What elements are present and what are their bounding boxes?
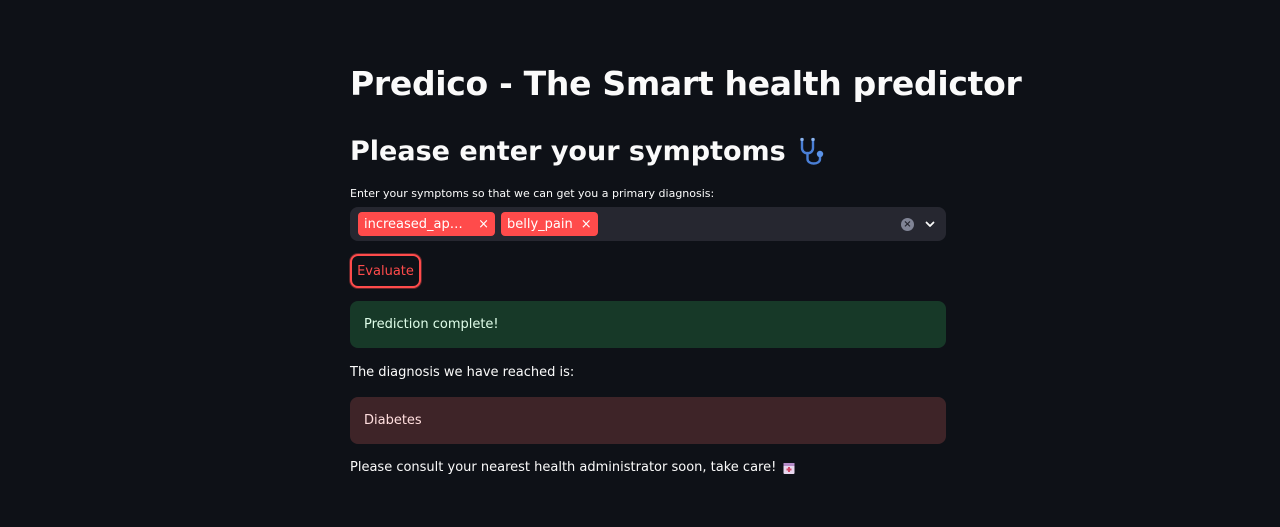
evaluate-button[interactable]: Evaluate	[350, 254, 421, 288]
main-content: Predico - The Smart health predictor Ple…	[350, 0, 1022, 527]
remove-tag-icon[interactable]: ×	[478, 217, 489, 232]
app-title: Predico - The Smart health predictor	[350, 64, 1022, 103]
diagnosis-value: Diabetes	[364, 413, 422, 428]
symptoms-multiselect[interactable]: increased_appet... × belly_pain × ×	[350, 207, 946, 241]
symptoms-field-label: Enter your symptoms so that we can get y…	[350, 187, 715, 200]
footer-note: Please consult your nearest health admin…	[350, 460, 796, 475]
multiselect-actions: ×	[901, 207, 936, 241]
symptom-tag: increased_appet... ×	[358, 212, 495, 236]
diagnosis-alert: Diabetes	[350, 397, 946, 444]
chevron-down-icon[interactable]	[924, 218, 936, 230]
footer-note-text: Please consult your nearest health admin…	[350, 460, 777, 475]
success-alert: Prediction complete!	[350, 301, 946, 348]
symptom-tag-label: belly_pain	[507, 216, 573, 232]
diagnosis-label: The diagnosis we have reached is:	[350, 365, 575, 380]
clear-all-icon[interactable]: ×	[901, 217, 914, 231]
success-message: Prediction complete!	[364, 317, 499, 332]
symptom-tag: belly_pain ×	[501, 212, 598, 236]
hospital-icon	[783, 462, 795, 474]
remove-tag-icon[interactable]: ×	[581, 217, 592, 232]
symptoms-heading-text: Please enter your symptoms	[350, 136, 786, 167]
symptoms-heading: Please enter your symptoms	[350, 133, 830, 171]
stethoscope-icon	[800, 137, 823, 165]
symptom-tag-label: increased_appet...	[364, 216, 471, 232]
